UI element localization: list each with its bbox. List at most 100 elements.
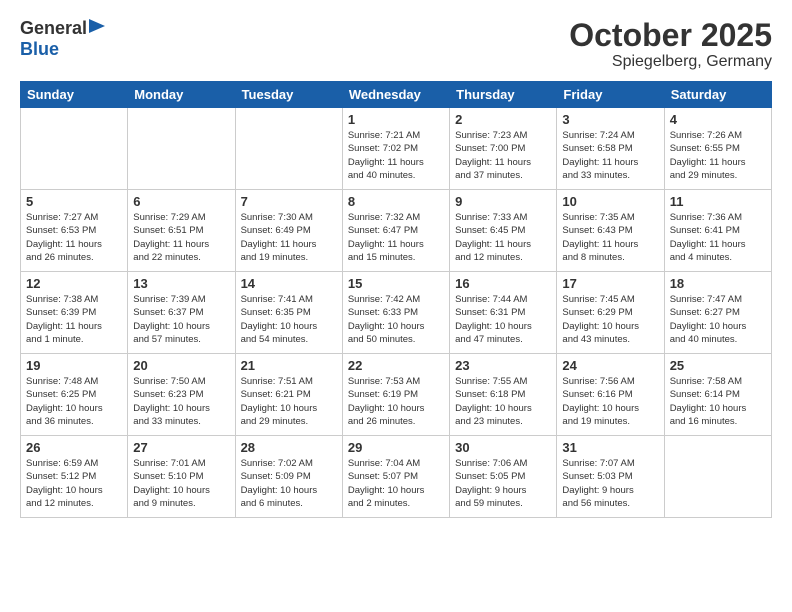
calendar-body: 1 Sunrise: 7:21 AM Sunset: 7:02 PM Daylig…	[21, 108, 772, 518]
day-info: Sunrise: 7:07 AM Sunset: 5:03 PM Dayligh…	[562, 457, 658, 510]
week-row-4: 19 Sunrise: 7:48 AM Sunset: 6:25 PM Dayli…	[21, 354, 772, 436]
calendar-cell: 6Sunrise: 7:29 AM Sunset: 6:51 PM Daylig…	[128, 190, 235, 272]
day-number: 9	[455, 194, 551, 209]
day-number: 19	[26, 358, 122, 373]
calendar-cell: 4 Sunrise: 7:26 AM Sunset: 6:55 PM Daylig…	[664, 108, 771, 190]
day-info: Sunrise: 7:35 AM Sunset: 6:43 PM Dayligh…	[562, 211, 658, 264]
day-number: 2	[455, 112, 551, 127]
day-info: Sunrise: 7:51 AM Sunset: 6:21 PM Dayligh…	[241, 375, 337, 428]
calendar-cell	[21, 108, 128, 190]
calendar-cell	[664, 436, 771, 518]
day-info: Sunrise: 7:53 AM Sunset: 6:19 PM Dayligh…	[348, 375, 444, 428]
week-row-5: 26Sunrise: 6:59 AM Sunset: 5:12 PM Dayli…	[21, 436, 772, 518]
day-info: Sunrise: 7:41 AM Sunset: 6:35 PM Dayligh…	[241, 293, 337, 346]
calendar-cell: 26Sunrise: 6:59 AM Sunset: 5:12 PM Dayli…	[21, 436, 128, 518]
weekday-header-friday: Friday	[557, 82, 664, 108]
calendar-table: SundayMondayTuesdayWednesdayThursdayFrid…	[20, 81, 772, 518]
calendar-cell: 24 Sunrise: 7:56 AM Sunset: 6:16 PM Dayli…	[557, 354, 664, 436]
day-info: Sunrise: 7:30 AM Sunset: 6:49 PM Dayligh…	[241, 211, 337, 264]
calendar-cell: 21 Sunrise: 7:51 AM Sunset: 6:21 PM Dayli…	[235, 354, 342, 436]
calendar-cell: 18 Sunrise: 7:47 AM Sunset: 6:27 PM Dayli…	[664, 272, 771, 354]
day-number: 25	[670, 358, 766, 373]
calendar-cell: 7 Sunrise: 7:30 AM Sunset: 6:49 PM Daylig…	[235, 190, 342, 272]
day-number: 4	[670, 112, 766, 127]
day-info: Sunrise: 7:32 AM Sunset: 6:47 PM Dayligh…	[348, 211, 444, 264]
day-info: Sunrise: 7:48 AM Sunset: 6:25 PM Dayligh…	[26, 375, 122, 428]
location-title: Spiegelberg, Germany	[569, 53, 772, 71]
day-number: 10	[562, 194, 658, 209]
day-info: Sunrise: 7:26 AM Sunset: 6:55 PM Dayligh…	[670, 129, 766, 182]
calendar-cell: 10 Sunrise: 7:35 AM Sunset: 6:43 PM Dayli…	[557, 190, 664, 272]
logo-arrow-icon	[89, 19, 105, 33]
day-info: Sunrise: 7:58 AM Sunset: 6:14 PM Dayligh…	[670, 375, 766, 428]
day-number: 24	[562, 358, 658, 373]
day-info: Sunrise: 7:50 AM Sunset: 6:23 PM Dayligh…	[133, 375, 229, 428]
day-number: 16	[455, 276, 551, 291]
weekday-header-saturday: Saturday	[664, 82, 771, 108]
day-number: 17	[562, 276, 658, 291]
calendar-cell: 19 Sunrise: 7:48 AM Sunset: 6:25 PM Dayli…	[21, 354, 128, 436]
day-info: Sunrise: 7:24 AM Sunset: 6:58 PM Dayligh…	[562, 129, 658, 182]
day-info: Sunrise: 7:36 AM Sunset: 6:41 PM Dayligh…	[670, 211, 766, 264]
calendar-cell	[128, 108, 235, 190]
day-number: 11	[670, 194, 766, 209]
calendar-cell: 20 Sunrise: 7:50 AM Sunset: 6:23 PM Dayli…	[128, 354, 235, 436]
calendar-cell: 29Sunrise: 7:04 AM Sunset: 5:07 PM Dayli…	[342, 436, 449, 518]
title-section: October 2025 Spiegelberg, Germany	[569, 18, 772, 71]
day-info: Sunrise: 7:29 AM Sunset: 6:51 PM Dayligh…	[133, 211, 229, 264]
day-number: 29	[348, 440, 444, 455]
calendar-cell: 3 Sunrise: 7:24 AM Sunset: 6:58 PM Daylig…	[557, 108, 664, 190]
weekday-header-thursday: Thursday	[450, 82, 557, 108]
day-number: 23	[455, 358, 551, 373]
calendar-cell: 15 Sunrise: 7:42 AM Sunset: 6:33 PM Dayli…	[342, 272, 449, 354]
day-number: 8	[348, 194, 444, 209]
calendar-cell: 14 Sunrise: 7:41 AM Sunset: 6:35 PM Dayli…	[235, 272, 342, 354]
calendar-cell: 28Sunrise: 7:02 AM Sunset: 5:09 PM Dayli…	[235, 436, 342, 518]
day-info: Sunrise: 7:27 AM Sunset: 6:53 PM Dayligh…	[26, 211, 122, 264]
day-info: Sunrise: 7:23 AM Sunset: 7:00 PM Dayligh…	[455, 129, 551, 182]
calendar-cell	[235, 108, 342, 190]
calendar-cell: 17 Sunrise: 7:45 AM Sunset: 6:29 PM Dayli…	[557, 272, 664, 354]
week-row-2: 5 Sunrise: 7:27 AM Sunset: 6:53 PM Daylig…	[21, 190, 772, 272]
calendar-cell: 8 Sunrise: 7:32 AM Sunset: 6:47 PM Daylig…	[342, 190, 449, 272]
week-row-1: 1 Sunrise: 7:21 AM Sunset: 7:02 PM Daylig…	[21, 108, 772, 190]
day-number: 18	[670, 276, 766, 291]
day-info: Sunrise: 7:01 AM Sunset: 5:10 PM Dayligh…	[133, 457, 229, 510]
day-number: 20	[133, 358, 229, 373]
day-number: 13	[133, 276, 229, 291]
day-info: Sunrise: 7:45 AM Sunset: 6:29 PM Dayligh…	[562, 293, 658, 346]
day-info: Sunrise: 7:55 AM Sunset: 6:18 PM Dayligh…	[455, 375, 551, 428]
day-info: Sunrise: 7:06 AM Sunset: 5:05 PM Dayligh…	[455, 457, 551, 510]
day-info: Sunrise: 7:44 AM Sunset: 6:31 PM Dayligh…	[455, 293, 551, 346]
logo-blue: Blue	[20, 39, 59, 60]
logo: General Blue	[20, 18, 105, 60]
calendar-cell: 13 Sunrise: 7:39 AM Sunset: 6:37 PM Dayli…	[128, 272, 235, 354]
day-number: 15	[348, 276, 444, 291]
day-info: Sunrise: 7:42 AM Sunset: 6:33 PM Dayligh…	[348, 293, 444, 346]
calendar-cell: 27Sunrise: 7:01 AM Sunset: 5:10 PM Dayli…	[128, 436, 235, 518]
day-info: Sunrise: 7:21 AM Sunset: 7:02 PM Dayligh…	[348, 129, 444, 182]
day-number: 3	[562, 112, 658, 127]
day-info: Sunrise: 7:02 AM Sunset: 5:09 PM Dayligh…	[241, 457, 337, 510]
day-info: Sunrise: 7:39 AM Sunset: 6:37 PM Dayligh…	[133, 293, 229, 346]
weekday-header-sunday: Sunday	[21, 82, 128, 108]
day-info: Sunrise: 6:59 AM Sunset: 5:12 PM Dayligh…	[26, 457, 122, 510]
calendar-cell: 12Sunrise: 7:38 AM Sunset: 6:39 PM Dayli…	[21, 272, 128, 354]
weekday-header-monday: Monday	[128, 82, 235, 108]
calendar-cell: 9 Sunrise: 7:33 AM Sunset: 6:45 PM Daylig…	[450, 190, 557, 272]
day-number: 7	[241, 194, 337, 209]
day-number: 21	[241, 358, 337, 373]
day-info: Sunrise: 7:33 AM Sunset: 6:45 PM Dayligh…	[455, 211, 551, 264]
day-number: 1	[348, 112, 444, 127]
calendar-cell: 1 Sunrise: 7:21 AM Sunset: 7:02 PM Daylig…	[342, 108, 449, 190]
day-number: 14	[241, 276, 337, 291]
day-number: 5	[26, 194, 122, 209]
weekday-header-tuesday: Tuesday	[235, 82, 342, 108]
calendar-cell: 2 Sunrise: 7:23 AM Sunset: 7:00 PM Daylig…	[450, 108, 557, 190]
calendar-cell: 11 Sunrise: 7:36 AM Sunset: 6:41 PM Dayli…	[664, 190, 771, 272]
day-number: 30	[455, 440, 551, 455]
calendar-cell: 30 Sunrise: 7:06 AM Sunset: 5:05 PM Dayli…	[450, 436, 557, 518]
day-info: Sunrise: 7:47 AM Sunset: 6:27 PM Dayligh…	[670, 293, 766, 346]
calendar-cell: 5 Sunrise: 7:27 AM Sunset: 6:53 PM Daylig…	[21, 190, 128, 272]
day-info: Sunrise: 7:56 AM Sunset: 6:16 PM Dayligh…	[562, 375, 658, 428]
